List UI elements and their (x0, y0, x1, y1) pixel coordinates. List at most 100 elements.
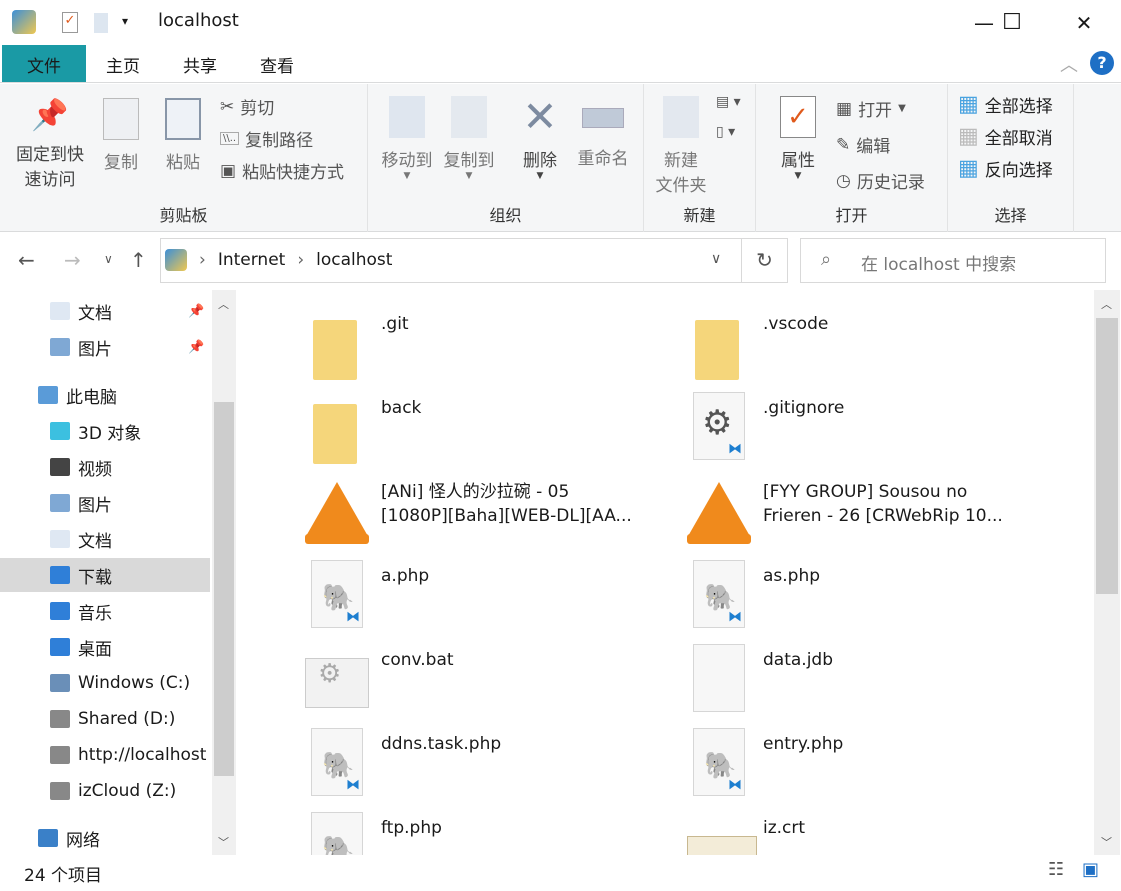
delete-button[interactable]: ✕ 删除 ▼ (512, 92, 568, 181)
file-item[interactable]: iz.crt (687, 806, 1067, 855)
paste-button[interactable]: 粘贴 (158, 98, 208, 173)
search-icon: ⌕ (821, 249, 832, 270)
large-icons-view-button[interactable]: ▣ (1082, 859, 1099, 880)
file-item[interactable]: data.jdb (687, 638, 1067, 718)
search-box[interactable]: ⌕ 在 localhost 中搜索 (800, 238, 1106, 283)
nav-item[interactable]: 3D 对象 (0, 414, 210, 448)
select-all-button[interactable]: ▦ 全部选择 (958, 92, 1053, 117)
nav-item[interactable]: 桌面 (0, 630, 210, 664)
recent-locations-button[interactable]: ∨ (104, 252, 113, 266)
file-item[interactable]: [ANi] 怪人的沙拉碗 - 05 [1080P][Baha][WEB-DL][… (305, 470, 685, 550)
file-item[interactable]: 🐘 ⧓ entry.php (687, 722, 1067, 802)
customize-quick-access-icon[interactable]: ▾ (122, 14, 128, 28)
file-item[interactable]: ⚙ ⧓ .gitignore (687, 386, 1067, 466)
file-item[interactable]: .vscode (687, 302, 1067, 382)
select-none-button[interactable]: ▦ 全部取消 (958, 124, 1053, 149)
invert-selection-button[interactable]: ▦ 反向选择 (958, 156, 1053, 181)
breadcrumb-internet[interactable]: Internet (218, 250, 286, 270)
open-button[interactable]: ▦ 打开 ▼ (836, 96, 906, 122)
tab-file[interactable]: 文件 (2, 45, 86, 82)
move-to-button[interactable]: 移动到 ▼ (376, 96, 438, 181)
cut-button[interactable]: ✂ 剪切 (220, 94, 274, 120)
copy-to-button[interactable]: 复制到 ▼ (438, 96, 500, 181)
help-icon[interactable]: ? (1090, 51, 1114, 75)
pin-quick-access-button[interactable]: 📌 固定到快 速访问 (8, 98, 92, 190)
download-icon (50, 566, 70, 584)
folder-file-icon (305, 306, 371, 380)
nav-item-label: 视频 (78, 459, 112, 480)
new-folder-button[interactable]: 新建 文件夹 (648, 96, 714, 196)
file-item[interactable]: ⚙ conv.bat (305, 638, 685, 718)
file-item[interactable]: back (305, 386, 685, 466)
network-icon (38, 829, 58, 847)
network-drive-icon (50, 782, 70, 800)
explorer-icon (12, 10, 36, 34)
nav-item[interactable]: 此电脑 (0, 378, 210, 412)
file-item[interactable]: 🐘 ⧓ as.php (687, 554, 1067, 634)
new-folder-quick-icon[interactable] (94, 13, 108, 33)
nav-scroll-thumb[interactable] (214, 402, 234, 776)
cube-icon (50, 422, 70, 440)
pin-icon: 📌 (31, 98, 69, 133)
nav-item-label: http://localhost (78, 745, 207, 765)
nav-item-label: 文档 (78, 303, 112, 324)
forward-button[interactable]: → (64, 248, 81, 272)
tab-view[interactable]: 查看 (242, 45, 312, 82)
file-item[interactable]: .git (305, 302, 685, 382)
php-file-icon: 🐘⧓ (305, 810, 371, 855)
nav-item[interactable]: 文档 📌 (0, 294, 210, 328)
nav-item[interactable]: izCloud (Z:) (0, 774, 210, 808)
picture-icon (50, 338, 70, 356)
file-item[interactable]: 🐘⧓ ftp.php (305, 806, 685, 855)
content-scroll-thumb[interactable] (1096, 318, 1118, 594)
rename-button[interactable]: 重命名 (570, 96, 636, 169)
copy-button[interactable]: 复制 (96, 98, 146, 173)
refresh-button[interactable]: ↻ (741, 239, 787, 282)
breadcrumb-localhost[interactable]: localhost (316, 250, 392, 270)
copy-icon (103, 98, 139, 140)
file-name: .gitignore (763, 398, 845, 418)
item-count: 24 个项目 (24, 866, 103, 886)
file-item[interactable]: 🐘 ⧓ a.php (305, 554, 685, 634)
file-item[interactable]: 🐘 ⧓ ddns.task.php (305, 722, 685, 802)
nav-item[interactable]: 下载 (0, 558, 210, 592)
nav-item[interactable]: Shared (D:) (0, 702, 210, 736)
tab-share[interactable]: 共享 (165, 45, 235, 82)
select-all-icon: ▦ (958, 92, 979, 117)
close-button[interactable]: ✕ (1056, 0, 1112, 45)
properties-quick-icon[interactable]: ✓ (62, 12, 78, 33)
easy-access-button[interactable]: ▯ ▾ (716, 124, 735, 140)
nav-item[interactable]: 文档 (0, 522, 210, 556)
file-item[interactable]: [FYY GROUP] Sousou no Frieren - 26 [CRWe… (687, 470, 1067, 550)
address-bar[interactable]: › Internet › localhost ∨ ↻ (160, 238, 788, 283)
nav-item[interactable]: 网络 (0, 821, 210, 855)
new-item-button[interactable]: ▤ ▾ (716, 94, 741, 110)
copy-path-button[interactable]: \\.. 复制路径 (220, 126, 313, 151)
breadcrumb: › Internet › localhost (199, 250, 393, 270)
paste-shortcut-button[interactable]: ▣ 粘贴快捷方式 (220, 158, 344, 184)
status-bar: 24 个项目 ☷ ▣ (0, 855, 1121, 891)
nav-item[interactable]: Windows (C:) (0, 666, 210, 700)
picture-icon (50, 494, 70, 512)
collapse-ribbon-icon[interactable]: ︿ (1060, 51, 1078, 77)
tab-home[interactable]: 主页 (88, 45, 158, 82)
address-dropdown-icon[interactable]: ∨ (711, 251, 721, 267)
group-clipboard: 📌 固定到快 速访问 复制 粘贴 ✂ 剪切 \\.. 复制路径 ▣ 粘贴快捷方式 剪贴板 (0, 84, 368, 232)
details-view-button[interactable]: ☷ (1048, 859, 1064, 880)
back-button[interactable]: ← (18, 248, 35, 272)
up-button[interactable]: ↑ (130, 248, 147, 272)
php-file-icon: 🐘⧓ (687, 726, 753, 798)
nav-item[interactable]: 图片 (0, 486, 210, 520)
edit-button[interactable]: ✎ 编辑 (836, 132, 890, 158)
file-name: iz.crt (763, 818, 806, 838)
nav-item[interactable]: 图片 📌 (0, 330, 210, 364)
nav-item[interactable]: 音乐 (0, 594, 210, 628)
nav-item[interactable]: 视频 (0, 450, 210, 484)
history-button[interactable]: ◷ 历史记录 (836, 168, 925, 194)
nav-scrollbar[interactable]: ︿ ﹀ (212, 290, 236, 855)
nav-item[interactable]: http://localhost (0, 738, 210, 772)
properties-button[interactable]: ✓ 属性 ▼ (770, 96, 826, 181)
content-scrollbar[interactable]: ︿ ﹀ (1094, 290, 1120, 855)
drive-icon (50, 674, 70, 692)
maximize-button[interactable]: ☐ (984, 0, 1040, 45)
